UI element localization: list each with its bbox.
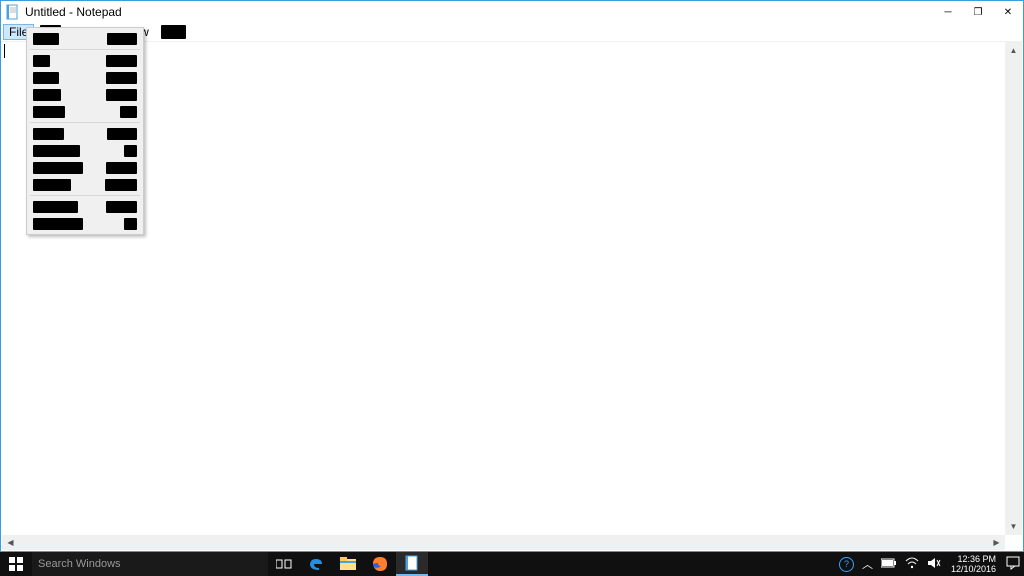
- menu-help[interactable]: Help: [155, 24, 192, 40]
- scroll-up-icon[interactable]: ▲: [1005, 42, 1022, 59]
- maximize-button[interactable]: ❐: [963, 1, 993, 23]
- menu-item-undo[interactable]: UndoCtrl+Z: [29, 30, 141, 47]
- clock-time: 12:36 PM: [951, 554, 996, 564]
- start-button[interactable]: [0, 552, 32, 576]
- menu-item-time-date[interactable]: Time/DateF5: [29, 215, 141, 232]
- text-area[interactable]: [2, 42, 1022, 535]
- titlebar[interactable]: Untitled - Notepad ─ ❐ ✕: [1, 1, 1023, 23]
- vertical-scrollbar[interactable]: ▲ ▼: [1005, 42, 1022, 535]
- menu-item-copy: CopyCtrl+C: [29, 69, 141, 86]
- window-controls: ─ ❐ ✕: [933, 1, 1023, 23]
- file-explorer-icon[interactable]: [332, 552, 364, 576]
- window-title: Untitled - Notepad: [25, 5, 122, 19]
- caret: [4, 44, 5, 58]
- wifi-icon[interactable]: [905, 557, 919, 572]
- menu-item-paste[interactable]: PasteCtrl+V: [29, 86, 141, 103]
- clock-date: 12/10/2016: [951, 564, 996, 574]
- search-input[interactable]: Search Windows: [32, 552, 268, 576]
- edit-menu-dropdown: UndoCtrl+Z CutCtrl+XCopyCtrl+CPasteCtrl+V…: [26, 27, 144, 235]
- scroll-down-icon[interactable]: ▼: [1005, 518, 1022, 535]
- notepad-taskbar-icon[interactable]: [396, 552, 428, 576]
- volume-icon[interactable]: [927, 557, 941, 572]
- tray-chevron-icon[interactable]: ︿: [862, 556, 873, 572]
- menu-item-find-: Find...Ctrl+F: [29, 125, 141, 142]
- clock[interactable]: 12:36 PM 12/10/2016: [945, 554, 1002, 574]
- menu-item-go-to-[interactable]: Go To...Ctrl+G: [29, 176, 141, 193]
- battery-icon[interactable]: [881, 558, 897, 571]
- close-button[interactable]: ✕: [993, 1, 1023, 23]
- edge-icon[interactable]: [300, 552, 332, 576]
- horizontal-scrollbar[interactable]: ◀ ▶: [2, 535, 1005, 550]
- menu-item-find-next: Find NextF3: [29, 142, 141, 159]
- help-icon[interactable]: ?: [839, 557, 854, 572]
- taskbar: Search Windows ? ︿ 12:36 PM 12/10/2016: [0, 552, 1024, 576]
- notepad-icon: [5, 4, 21, 20]
- minimize-button[interactable]: ─: [933, 1, 963, 23]
- menubar: File Edit Format View Help: [1, 23, 1023, 42]
- menu-item-delete: DeleteDel: [29, 103, 141, 120]
- scroll-left-icon[interactable]: ◀: [2, 535, 19, 550]
- notepad-window: Untitled - Notepad ─ ❐ ✕ File Edit Forma…: [0, 0, 1024, 552]
- task-view-button[interactable]: [268, 552, 300, 576]
- menu-item-replace-[interactable]: Replace...Ctrl+H: [29, 159, 141, 176]
- menu-item-cut: CutCtrl+X: [29, 52, 141, 69]
- system-tray: ? ︿ 12:36 PM 12/10/2016: [835, 552, 1024, 576]
- firefox-icon[interactable]: [364, 552, 396, 576]
- menu-item-select-all[interactable]: Select AllCtrl+A: [29, 198, 141, 215]
- action-center-icon[interactable]: [1006, 556, 1020, 573]
- scroll-right-icon[interactable]: ▶: [988, 535, 1005, 550]
